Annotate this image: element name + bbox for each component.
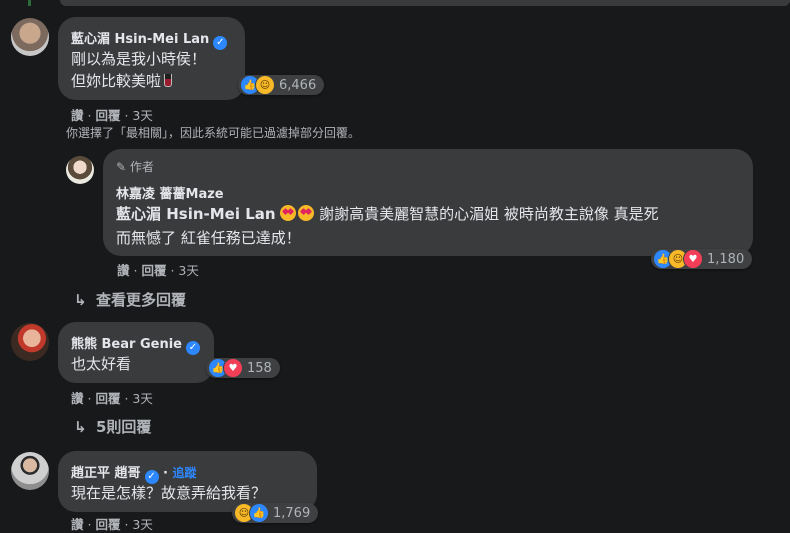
timestamp[interactable]: 3天 [132, 517, 152, 532]
comment-author[interactable]: 趙正平 趙哥 ✓ · 追蹤 [71, 462, 197, 484]
mention-link[interactable]: 藍心湄 Hsin-Mei Lan [116, 205, 276, 223]
comment-actions: 讚 · 回覆 · 3天 [71, 108, 153, 123]
avatar[interactable] [66, 156, 94, 184]
timestamp[interactable]: 3天 [178, 263, 198, 278]
like-icon: 👍 [249, 503, 269, 523]
reply-author[interactable]: 林嘉凌 薔薔Maze [116, 183, 224, 202]
reply-arrow-icon: ↳ [74, 291, 87, 309]
like-action[interactable]: 讚 [71, 391, 84, 406]
reply-action[interactable]: 回覆 [141, 263, 166, 278]
reaction-summary[interactable]: 👍 ♥ 158 [206, 358, 280, 378]
wine-glass-emoji-icon [164, 74, 173, 87]
reaction-summary[interactable]: ☺ 👍 1,769 [232, 503, 319, 523]
reaction-count: 158 [247, 360, 272, 376]
comment-actions: 讚 · 回覆 · 3天 [71, 517, 153, 532]
avatar[interactable] [11, 18, 49, 56]
filter-notice: 你選擇了「最相關」，因此系統可能已過濾掉部分回覆。 [66, 126, 361, 140]
haha-icon: ☺ [255, 75, 275, 95]
comment-text-line: 現在是怎樣？故意弄給我看？ [71, 484, 267, 502]
reply-action[interactable]: 回覆 [95, 108, 120, 123]
star-struck-emoji-icon [280, 205, 297, 221]
author-badge: ✎ 作者 [116, 160, 154, 174]
pencil-icon: ✎ [116, 160, 127, 174]
love-icon: ♥ [223, 358, 243, 378]
reply-action[interactable]: 回覆 [95, 517, 120, 532]
reaction-count: 1,180 [707, 251, 745, 267]
avatar[interactable] [11, 452, 49, 490]
replies-link[interactable]: ↳ 5則回覆 [74, 416, 151, 437]
reaction-summary[interactable]: 👍 ☺ ♥ 1,180 [651, 249, 753, 269]
like-action[interactable]: 讚 [117, 263, 130, 278]
verified-icon: ✓ [185, 341, 200, 355]
thread-line [28, 0, 31, 6]
view-more-replies-link[interactable]: ↳ 查看更多回覆 [74, 289, 186, 310]
comment-actions: 讚 · 回覆 · 3天 [71, 391, 153, 406]
avatar[interactable] [11, 323, 49, 361]
timestamp[interactable]: 3天 [132, 391, 152, 406]
star-struck-emoji-icon [298, 205, 315, 221]
reply-text-line: 而無憾了 紅雀任務已達成！ [116, 229, 301, 247]
reply-actions: 讚 · 回覆 · 3天 [117, 263, 199, 278]
reply-text-line: 藍心湄 Hsin-Mei Lan 謝謝高貴美麗智慧的心湄姐 被時尚教主說像 真是… [116, 205, 659, 223]
follow-button[interactable]: 追蹤 [173, 466, 197, 480]
reply-arrow-icon: ↳ [74, 418, 87, 436]
reaction-summary[interactable]: 👍 ☺ 6,466 [238, 75, 325, 95]
reaction-count: 6,466 [279, 77, 317, 93]
reply-action[interactable]: 回覆 [95, 391, 120, 406]
comment-text-line: 但妳比較美啦 [71, 70, 173, 92]
love-icon: ♥ [683, 249, 703, 269]
comment-text-line: 剛以為是我小時侯！ [71, 50, 207, 68]
timestamp[interactable]: 3天 [132, 108, 152, 123]
comment-text-line: 也太好看 [71, 355, 132, 373]
comment-author[interactable]: 藍心湄 Hsin-Mei Lan ✓ [71, 28, 228, 50]
reaction-count: 1,769 [273, 505, 311, 521]
like-action[interactable]: 讚 [71, 517, 84, 532]
like-action[interactable]: 讚 [71, 108, 84, 123]
comment-author[interactable]: 熊熊 Bear Genie ✓ [71, 333, 200, 355]
previous-comment-edge [60, 0, 790, 6]
verified-icon: ✓ [213, 36, 228, 50]
